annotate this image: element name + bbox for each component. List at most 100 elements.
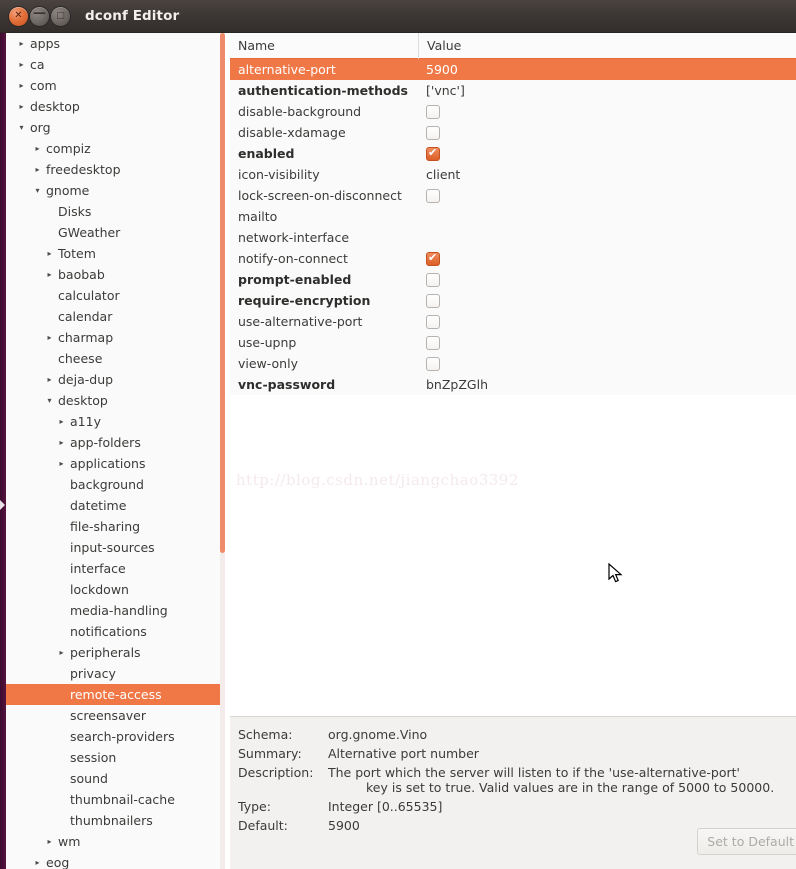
- sidebar-item-com[interactable]: com: [6, 75, 225, 96]
- chevron-right-icon[interactable]: [16, 60, 27, 69]
- chevron-right-icon[interactable]: [16, 102, 27, 111]
- chevron-right-icon[interactable]: [44, 837, 55, 846]
- checkbox-unchecked-icon[interactable]: [426, 104, 440, 119]
- chevron-right-icon[interactable]: [44, 333, 55, 342]
- sidebar-item-ca[interactable]: ca: [6, 54, 225, 75]
- sidebar-scrollbar-track[interactable]: [220, 33, 225, 869]
- set-to-default-button[interactable]: Set to Default: [697, 828, 796, 855]
- sidebar-item-background[interactable]: background: [6, 474, 225, 495]
- maximize-button[interactable]: □: [51, 6, 70, 26]
- chevron-right-icon[interactable]: [56, 459, 67, 468]
- sidebar-item-Disks[interactable]: Disks: [6, 201, 225, 222]
- key-value-cell[interactable]: 5900: [418, 59, 458, 80]
- close-button[interactable]: ✕: [9, 6, 28, 26]
- sidebar-item-notifications[interactable]: notifications: [6, 621, 225, 642]
- checkbox-unchecked-icon[interactable]: [426, 335, 440, 350]
- chevron-right-icon[interactable]: [56, 417, 67, 426]
- checkbox-unchecked-icon[interactable]: [426, 272, 440, 287]
- key-row[interactable]: network-interface: [230, 227, 796, 248]
- schema-tree-sidebar[interactable]: apps ca com desktop org compiz freedesktop gnom…: [6, 33, 225, 869]
- checkbox-checked-icon[interactable]: [426, 251, 440, 266]
- key-row[interactable]: authentication-methods ['vnc']: [230, 80, 796, 101]
- sidebar-item-charmap[interactable]: charmap: [6, 327, 225, 348]
- key-value-cell[interactable]: [418, 227, 426, 248]
- key-row[interactable]: enabled: [230, 143, 796, 164]
- unity-launcher-edge[interactable]: [0, 33, 6, 869]
- sidebar-scrollbar-thumb[interactable]: [220, 33, 225, 553]
- sidebar-item-session[interactable]: session: [6, 747, 225, 768]
- key-row[interactable]: disable-xdamage: [230, 122, 796, 143]
- checkbox-unchecked-icon[interactable]: [426, 125, 440, 140]
- sidebar-item-apps[interactable]: apps: [6, 33, 225, 54]
- key-value-cell[interactable]: [418, 122, 440, 143]
- key-value-cell[interactable]: [418, 143, 440, 164]
- sidebar-item-app-folders[interactable]: app-folders: [6, 432, 225, 453]
- sidebar-item-thumbnailers[interactable]: thumbnailers: [6, 810, 225, 831]
- key-value-cell[interactable]: [418, 206, 426, 227]
- key-value-cell[interactable]: ['vnc']: [418, 80, 465, 101]
- checkbox-checked-icon[interactable]: [426, 146, 440, 161]
- chevron-right-icon[interactable]: [16, 81, 27, 90]
- key-row[interactable]: disable-background: [230, 101, 796, 122]
- key-row[interactable]: notify-on-connect: [230, 248, 796, 269]
- sidebar-item-org[interactable]: org: [6, 117, 225, 138]
- key-value-cell[interactable]: client: [418, 164, 460, 185]
- chevron-right-icon[interactable]: [32, 858, 43, 867]
- column-header-value[interactable]: Value: [419, 38, 461, 53]
- key-value-cell[interactable]: [418, 101, 440, 122]
- chevron-right-icon[interactable]: [44, 375, 55, 384]
- key-value-cell[interactable]: [418, 311, 440, 332]
- sidebar-item-input-sources[interactable]: input-sources: [6, 537, 225, 558]
- sidebar-item-deja-dup[interactable]: deja-dup: [6, 369, 225, 390]
- chevron-down-icon[interactable]: [44, 396, 55, 405]
- column-header-name[interactable]: Name: [230, 38, 418, 53]
- sidebar-item-calendar[interactable]: calendar: [6, 306, 225, 327]
- checkbox-unchecked-icon[interactable]: [426, 293, 440, 308]
- sidebar-item-privacy[interactable]: privacy: [6, 663, 225, 684]
- sidebar-item-compiz[interactable]: compiz: [6, 138, 225, 159]
- minimize-button[interactable]: —: [30, 6, 49, 26]
- key-row[interactable]: alternative-port 5900: [230, 59, 796, 80]
- chevron-right-icon[interactable]: [32, 165, 43, 174]
- sidebar-item-gnome[interactable]: gnome: [6, 180, 225, 201]
- sidebar-item-thumbnail-cache[interactable]: thumbnail-cache: [6, 789, 225, 810]
- sidebar-item-remote-access[interactable]: remote-access: [6, 684, 225, 705]
- checkbox-unchecked-icon[interactable]: [426, 356, 440, 371]
- key-row[interactable]: view-only: [230, 353, 796, 374]
- sidebar-item-a11y[interactable]: a11y: [6, 411, 225, 432]
- key-value-cell[interactable]: bnZpZGlh: [418, 374, 488, 395]
- key-value-cell[interactable]: [418, 185, 440, 206]
- sidebar-item-eog[interactable]: eog: [6, 852, 225, 869]
- sidebar-item-baobab[interactable]: baobab: [6, 264, 225, 285]
- key-row[interactable]: icon-visibility client: [230, 164, 796, 185]
- sidebar-item-datetime[interactable]: datetime: [6, 495, 225, 516]
- key-value-cell[interactable]: [418, 290, 440, 311]
- sidebar-item-interface[interactable]: interface: [6, 558, 225, 579]
- chevron-right-icon[interactable]: [56, 648, 67, 657]
- chevron-right-icon[interactable]: [56, 438, 67, 447]
- key-row[interactable]: require-encryption: [230, 290, 796, 311]
- chevron-right-icon[interactable]: [44, 249, 55, 258]
- sidebar-item-lockdown[interactable]: lockdown: [6, 579, 225, 600]
- key-row[interactable]: vnc-password bnZpZGlh: [230, 374, 796, 395]
- key-value-cell[interactable]: [418, 353, 440, 374]
- chevron-right-icon[interactable]: [16, 39, 27, 48]
- sidebar-item-cheese[interactable]: cheese: [6, 348, 225, 369]
- sidebar-item-freedesktop[interactable]: freedesktop: [6, 159, 225, 180]
- key-row[interactable]: mailto: [230, 206, 796, 227]
- key-row[interactable]: use-alternative-port: [230, 311, 796, 332]
- sidebar-item-applications[interactable]: applications: [6, 453, 225, 474]
- chevron-down-icon[interactable]: [32, 186, 43, 195]
- sidebar-item-Totem[interactable]: Totem: [6, 243, 225, 264]
- sidebar-item-media-handling[interactable]: media-handling: [6, 600, 225, 621]
- chevron-right-icon[interactable]: [32, 144, 43, 153]
- sidebar-item-desktop[interactable]: desktop: [6, 96, 225, 117]
- sidebar-item-GWeather[interactable]: GWeather: [6, 222, 225, 243]
- checkbox-unchecked-icon[interactable]: [426, 188, 440, 203]
- key-value-cell[interactable]: [418, 332, 440, 353]
- sidebar-item-wm[interactable]: wm: [6, 831, 225, 852]
- key-row[interactable]: use-upnp: [230, 332, 796, 353]
- sidebar-item-file-sharing[interactable]: file-sharing: [6, 516, 225, 537]
- sidebar-item-peripherals[interactable]: peripherals: [6, 642, 225, 663]
- sidebar-item-sound[interactable]: sound: [6, 768, 225, 789]
